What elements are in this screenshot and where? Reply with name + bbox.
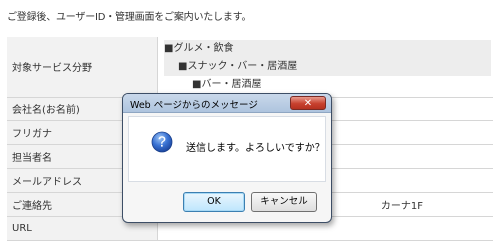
cancel-button[interactable]: キャンセル	[251, 192, 317, 212]
form-label: 対象サービス分野	[7, 37, 158, 98]
dialog-body: 送信します。よろしいですか？	[128, 116, 326, 182]
category-level-3: ■バー・居酒屋	[192, 78, 262, 90]
dialog-close-button[interactable]: ✕	[290, 96, 326, 110]
category-level-1: ■グルメ・飲食	[164, 39, 491, 58]
form-row-service-category: 対象サービス分野 ■グルメ・飲食 ■スナック・バー・居酒屋 ■バー・居酒屋	[7, 37, 493, 98]
dialog-titlebar[interactable]: Web ページからのメッセージ ✕	[123, 94, 331, 113]
dialog-message: 送信します。よろしいですか？	[186, 143, 325, 154]
dialog-footer: OK キャンセル	[123, 184, 331, 222]
dialog-title: Web ページからのメッセージ	[130, 100, 258, 111]
page: ご登録後、ユーザーID・管理画面をご案内いたします。 対象サービス分野 ■グルメ…	[0, 0, 500, 250]
category-list: ■グルメ・飲食 ■スナック・バー・居酒屋 ■バー・居酒屋	[157, 37, 493, 98]
category-level-2: ■スナック・バー・居酒屋	[164, 57, 491, 76]
question-icon	[151, 131, 173, 153]
intro-text: ご登録後、ユーザーID・管理画面をご案内いたします。	[7, 12, 252, 23]
contact-address-text: カーナ1F	[380, 200, 423, 212]
confirm-dialog: Web ページからのメッセージ ✕ 送信します。よろしいですか？ OK キャンセ…	[122, 93, 332, 223]
ok-button[interactable]: OK	[183, 192, 245, 212]
